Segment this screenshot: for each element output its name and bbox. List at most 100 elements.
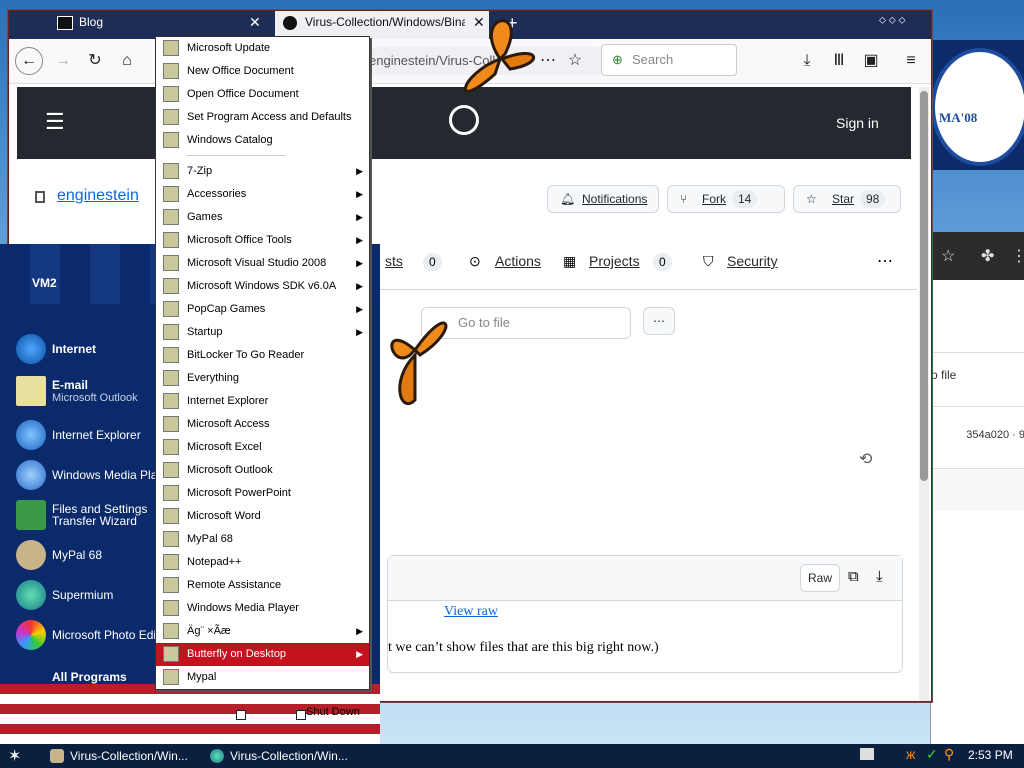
- search-tray-icon[interactable]: ⚲: [944, 746, 954, 763]
- fork-count: 14: [732, 190, 758, 208]
- more-tabs-icon[interactable]: ⋯: [877, 251, 893, 271]
- menu-icon[interactable]: ≡: [897, 47, 925, 75]
- library-icon[interactable]: Ⅲ: [825, 47, 853, 75]
- bookmark-star-icon[interactable]: ☆: [561, 47, 589, 75]
- copy-icon[interactable]: ⧉: [848, 568, 859, 585]
- program-item[interactable]: Butterfly on Desktop ▶: [156, 643, 369, 666]
- tab-security[interactable]: Security: [727, 253, 778, 269]
- program-item-label: Startup: [187, 326, 223, 338]
- supermium-taskbar-icon: [210, 749, 224, 763]
- page-scrollbar[interactable]: [919, 87, 929, 701]
- program-icon: [163, 370, 179, 386]
- program-icon: [163, 554, 179, 570]
- tab-projects[interactable]: Projects: [589, 253, 640, 269]
- download-icon[interactable]: ⤓: [876, 568, 883, 585]
- program-item[interactable]: Remote Assistance: [156, 574, 369, 597]
- more-icon[interactable]: ⋮: [1011, 246, 1024, 266]
- sidebar-icon[interactable]: ▣: [857, 47, 885, 75]
- tab-pull-requests[interactable]: sts: [385, 253, 403, 269]
- butterfly-tray-icon[interactable]: ж: [906, 746, 915, 762]
- notifications-button[interactable]: 🔔︎ Notifications: [547, 185, 659, 213]
- start-button[interactable]: ✶: [8, 746, 21, 766]
- shutdown-button[interactable]: Shut Down: [306, 706, 360, 718]
- close-tab-icon[interactable]: ✕: [249, 11, 261, 33]
- fork-icon: ⑂: [680, 192, 688, 206]
- submenu-arrow-icon: ▶: [356, 327, 363, 337]
- program-item[interactable]: Microsoft Windows SDK v6.0A ▶: [156, 275, 369, 298]
- clock[interactable]: 2:53 PM: [968, 748, 1013, 762]
- program-item[interactable]: Windows Catalog: [156, 129, 369, 152]
- fork-button[interactable]: ⑂ Fork 14: [667, 185, 785, 213]
- program-item-label: Notepad++: [187, 556, 242, 568]
- program-item[interactable]: Äg¨ ×Ãæ ▶: [156, 620, 369, 643]
- tab-blog[interactable]: Blog ✕: [49, 11, 269, 39]
- program-item[interactable]: Microsoft Update: [156, 37, 369, 60]
- program-item[interactable]: Microsoft Visual Studio 2008 ▶: [156, 252, 369, 275]
- program-item[interactable]: Mypal: [156, 666, 369, 689]
- program-item[interactable]: MyPal 68: [156, 528, 369, 551]
- logoff-icon[interactable]: [236, 710, 246, 720]
- program-item[interactable]: Microsoft Outlook: [156, 459, 369, 482]
- program-item[interactable]: Set Program Access and Defaults: [156, 106, 369, 129]
- search-input[interactable]: ⊕ Search: [601, 44, 737, 76]
- view-raw-link[interactable]: View raw: [444, 604, 498, 620]
- program-item-label: Open Office Document: [187, 88, 299, 100]
- network-tray-icon[interactable]: ✓: [926, 746, 938, 763]
- repo-owner-link[interactable]: enginestein: [57, 187, 139, 205]
- program-item[interactable]: Microsoft Excel: [156, 436, 369, 459]
- star-count: 98: [860, 190, 886, 208]
- star-icon[interactable]: ☆: [941, 246, 955, 266]
- fork-label: Fork: [702, 192, 726, 206]
- downloads-icon[interactable]: ⤓: [793, 47, 821, 75]
- program-item-label: Microsoft PowerPoint: [187, 487, 291, 499]
- program-item[interactable]: Microsoft Office Tools ▶: [156, 229, 369, 252]
- taskbar-task-1[interactable]: Virus-Collection/Win...: [50, 746, 200, 766]
- shutdown-icon[interactable]: [296, 710, 306, 720]
- raw-button[interactable]: Raw: [800, 564, 840, 592]
- blog-favicon-icon: [57, 16, 73, 30]
- program-item[interactable]: Internet Explorer: [156, 390, 369, 413]
- goto-file-row[interactable]: o file: [931, 352, 1024, 397]
- home-button[interactable]: ⌂: [113, 47, 141, 75]
- program-item-label: Accessories: [187, 188, 247, 200]
- star-button[interactable]: ☆ Star 98: [793, 185, 901, 213]
- program-item[interactable]: Games ▶: [156, 206, 369, 229]
- program-item[interactable]: Notepad++: [156, 551, 369, 574]
- program-item[interactable]: BitLocker To Go Reader: [156, 344, 369, 367]
- taskbar-task-2[interactable]: Virus-Collection/Win...: [210, 746, 390, 766]
- background-browser-window[interactable]: ☆ ✤ ⋮ o file 354a020 · 9: [930, 232, 1024, 744]
- program-item[interactable]: Microsoft PowerPoint: [156, 482, 369, 505]
- program-item[interactable]: 7-Zip ▶: [156, 160, 369, 183]
- github-favicon-icon: [283, 16, 297, 30]
- window-controls-icon[interactable]: ⬦ ⬦ ⬦: [879, 15, 906, 26]
- more-options-button[interactable]: ⋯: [643, 307, 675, 335]
- program-item[interactable]: Accessories ▶: [156, 183, 369, 206]
- sign-in-link[interactable]: Sign in: [836, 115, 879, 131]
- program-item-label: 7-Zip: [187, 165, 213, 177]
- program-item[interactable]: Microsoft Word: [156, 505, 369, 528]
- forward-button[interactable]: →: [49, 47, 77, 75]
- hamburger-menu-icon[interactable]: ☰: [45, 109, 65, 135]
- program-item-label: Microsoft Word: [187, 510, 261, 522]
- back-button[interactable]: ←: [15, 47, 43, 75]
- folder-icon: [163, 324, 179, 340]
- program-item-label: Microsoft Office Tools: [187, 234, 292, 246]
- program-item[interactable]: Microsoft Access: [156, 413, 369, 436]
- folder-icon: [163, 163, 179, 179]
- tab-actions[interactable]: Actions: [495, 253, 541, 269]
- program-icon: [163, 439, 179, 455]
- program-item[interactable]: Windows Media Player: [156, 597, 369, 620]
- program-item[interactable]: New Office Document: [156, 60, 369, 83]
- program-item[interactable]: Open Office Document: [156, 83, 369, 106]
- program-icon: [163, 393, 179, 409]
- program-item[interactable]: Everything: [156, 367, 369, 390]
- all-programs-button[interactable]: All Programs: [52, 670, 127, 684]
- reload-button[interactable]: ↻: [81, 47, 109, 75]
- search-placeholder: Search: [632, 52, 674, 67]
- keyboard-tray-icon[interactable]: [860, 748, 874, 760]
- scrollbar-thumb[interactable]: [920, 91, 928, 481]
- program-item[interactable]: PopCap Games ▶: [156, 298, 369, 321]
- history-icon[interactable]: ⟲: [859, 449, 872, 469]
- program-item[interactable]: Startup ▶: [156, 321, 369, 344]
- extensions-icon[interactable]: ✤: [981, 246, 994, 266]
